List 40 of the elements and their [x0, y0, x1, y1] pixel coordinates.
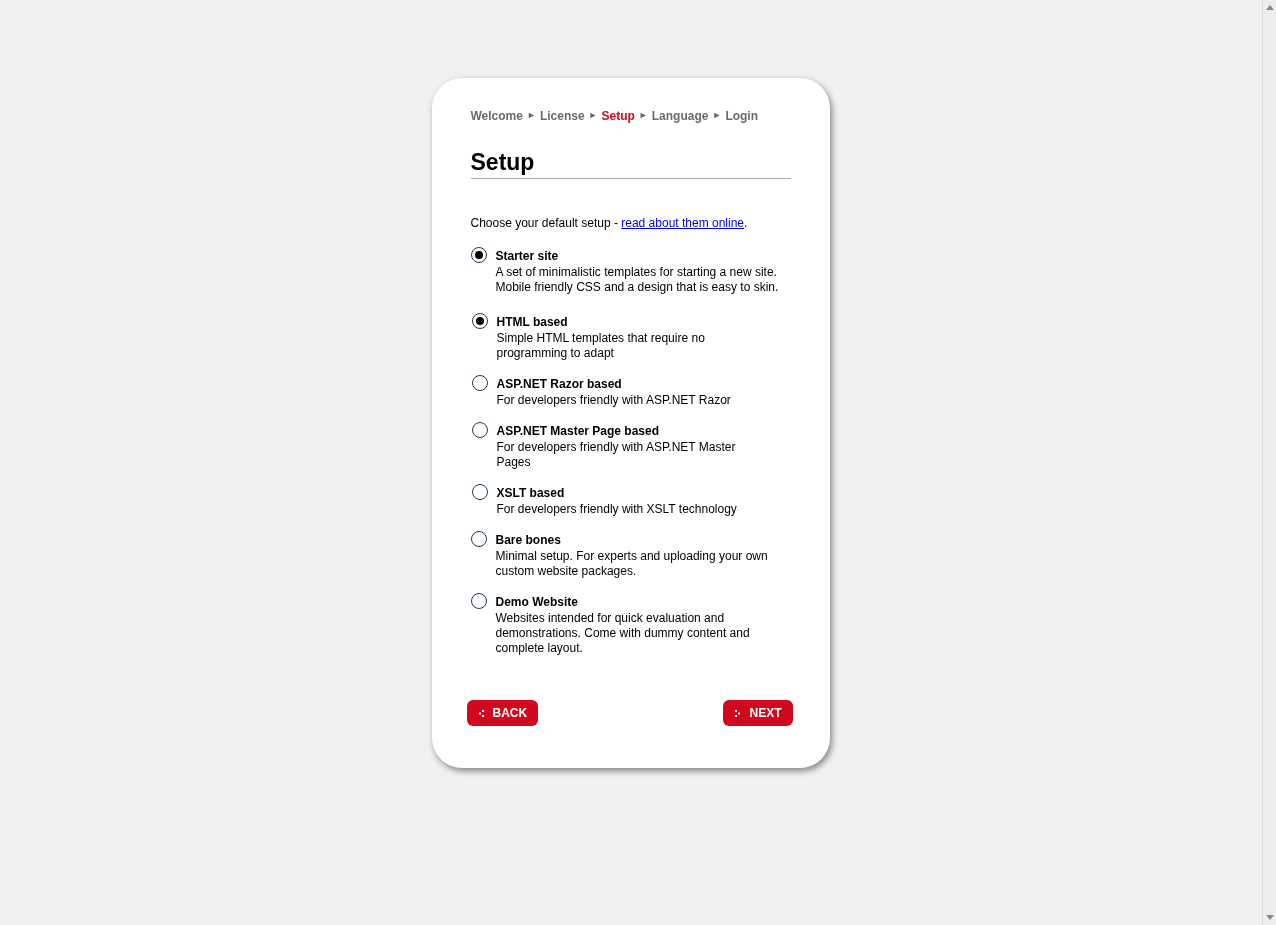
- radio-button[interactable]: [471, 375, 488, 391]
- option-description: For developers friendly with ASP.NET Razor: [496, 393, 732, 408]
- option-description: A set of minimalistic templates for starting a new site. Mobile friendly CSS and a design that is easy to skin.: [495, 265, 780, 295]
- option-title: HTML based: [496, 315, 569, 330]
- scroll-up-icon[interactable]: [1265, 5, 1274, 10]
- option-description: For developers friendly with XSLT technology: [496, 502, 738, 517]
- option-title: Demo Website: [495, 595, 579, 610]
- radio-button[interactable]: [471, 422, 488, 438]
- breadcrumb-separator: ►: [588, 109, 598, 123]
- back-arrow-icon: [478, 709, 485, 717]
- scrollbar[interactable]: [1262, 0, 1276, 925]
- option-description: For developers friendly with ASP.NET Master Pages: [496, 440, 737, 470]
- page-title: Setup: [470, 148, 791, 179]
- scroll-down-icon[interactable]: [1265, 915, 1274, 920]
- option-title: Bare bones: [495, 533, 562, 548]
- radio-button[interactable]: [471, 484, 488, 500]
- breadcrumb-step: Setup: [601, 107, 635, 125]
- breadcrumb-step: Language: [651, 107, 709, 125]
- radio-button[interactable]: [470, 531, 487, 547]
- breadcrumb-separator: ►: [526, 109, 536, 123]
- option-title: XSLT based: [496, 486, 566, 501]
- radio-button[interactable]: [471, 313, 488, 329]
- radio-button[interactable]: [470, 593, 487, 609]
- option-title: Starter site: [495, 249, 560, 264]
- breadcrumb-step: Welcome: [470, 107, 523, 125]
- breadcrumb-step: License: [539, 107, 585, 125]
- breadcrumb-separator: ►: [712, 109, 722, 123]
- back-button[interactable]: BACK: [466, 700, 539, 726]
- option-description: Simple HTML templates that require no programming to adapt: [496, 331, 706, 361]
- intro-text: Choose your default setup - read about them online.: [470, 215, 749, 231]
- breadcrumb-separator: ►: [638, 109, 648, 123]
- breadcrumb-step: Login: [725, 107, 759, 125]
- option-description: Minimal setup. For experts and uploading your own custom website packages.: [495, 549, 769, 579]
- next-arrow-icon: [735, 709, 742, 717]
- next-button[interactable]: NEXT: [723, 700, 793, 726]
- radio-button[interactable]: [470, 247, 487, 263]
- option-title: ASP.NET Razor based: [496, 377, 623, 392]
- online-link[interactable]: read about them online: [621, 216, 745, 230]
- option-title: ASP.NET Master Page based: [496, 424, 660, 439]
- option-description: Websites intended for quick evaluation and demonstrations. Come with dummy content and complete layout.: [495, 611, 751, 656]
